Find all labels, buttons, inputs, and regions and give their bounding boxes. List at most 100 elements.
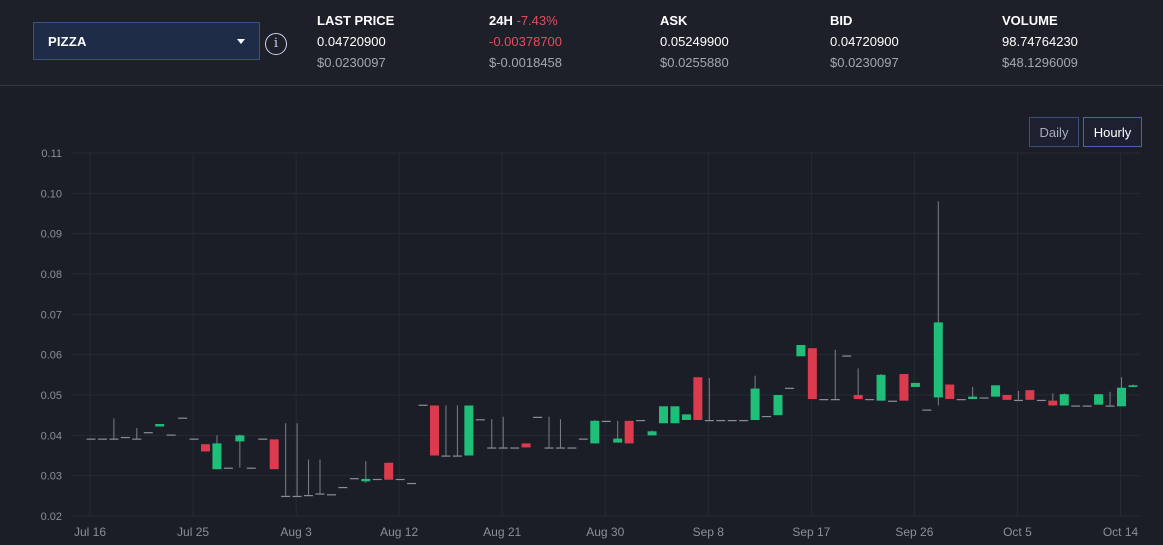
candle-down bbox=[945, 384, 955, 400]
candle-up bbox=[155, 424, 165, 427]
x-tick-label: Aug 30 bbox=[586, 525, 624, 539]
x-tick-label: Sep 26 bbox=[895, 525, 933, 539]
y-tick-label: 0.03 bbox=[41, 471, 62, 483]
x-tick-label: Oct 14 bbox=[1103, 525, 1139, 539]
candle-down bbox=[1025, 390, 1035, 400]
candle-up bbox=[762, 415, 772, 418]
candle-down bbox=[807, 348, 817, 400]
candle-up bbox=[498, 447, 508, 449]
candle-up bbox=[647, 431, 657, 436]
candle-up bbox=[979, 397, 989, 399]
candle-up bbox=[533, 416, 543, 418]
candle-down bbox=[430, 405, 439, 456]
candle-up bbox=[727, 420, 737, 422]
candle-up bbox=[991, 385, 1001, 397]
candle-up bbox=[784, 387, 794, 389]
x-tick-label: Sep 17 bbox=[792, 525, 830, 539]
candle-up bbox=[395, 478, 405, 481]
y-tick-label: 0.05 bbox=[41, 390, 62, 402]
candle-up bbox=[372, 478, 382, 481]
x-tick-label: Oct 5 bbox=[1003, 525, 1032, 539]
candle-up bbox=[281, 495, 291, 498]
candle-up bbox=[338, 486, 348, 489]
candle-up bbox=[97, 438, 107, 440]
candle-up bbox=[189, 438, 199, 440]
candle-up bbox=[544, 447, 554, 449]
x-tick-label: Jul 16 bbox=[74, 525, 106, 539]
y-tick-label: 0.11 bbox=[41, 148, 62, 160]
y-tick-label: 0.02 bbox=[41, 511, 62, 523]
candle-up bbox=[1036, 399, 1046, 402]
candle-up bbox=[304, 495, 314, 497]
candle-up bbox=[670, 406, 680, 424]
candle-up bbox=[166, 434, 176, 436]
candle-up bbox=[1013, 399, 1023, 402]
x-tick-label: Jul 25 bbox=[177, 525, 209, 539]
candle-up bbox=[796, 344, 806, 357]
candle-up bbox=[475, 419, 485, 421]
candle-up bbox=[830, 399, 840, 401]
candle-up bbox=[578, 438, 588, 440]
candle-up bbox=[143, 432, 153, 434]
candle-up bbox=[601, 420, 611, 423]
candle-up bbox=[235, 435, 245, 442]
candle-up bbox=[613, 438, 623, 443]
candle-up bbox=[1105, 405, 1115, 407]
candle-up bbox=[120, 436, 130, 439]
candle-up bbox=[361, 478, 371, 482]
timeframe-daily-button[interactable]: Daily bbox=[1029, 117, 1079, 147]
candle-down bbox=[384, 462, 394, 480]
candle-up bbox=[1128, 385, 1138, 387]
candle-down bbox=[1048, 400, 1058, 406]
candle-up bbox=[716, 420, 726, 422]
candle-up bbox=[132, 438, 142, 440]
y-tick-label: 0.10 bbox=[41, 188, 62, 200]
candle-down bbox=[1002, 395, 1012, 400]
y-tick-label: 0.06 bbox=[41, 350, 62, 362]
candle-up bbox=[1082, 405, 1092, 407]
candle-up bbox=[555, 447, 565, 449]
candle-up bbox=[464, 405, 474, 456]
candle-up bbox=[739, 420, 749, 422]
candle-up bbox=[876, 374, 886, 401]
candle-up bbox=[888, 400, 897, 402]
x-tick-label: Aug 12 bbox=[380, 525, 418, 539]
candle-up bbox=[636, 420, 646, 422]
candle-up bbox=[933, 322, 943, 398]
y-tick-label: 0.08 bbox=[41, 269, 62, 281]
candle-up bbox=[1071, 405, 1081, 407]
candle-down bbox=[853, 395, 863, 400]
candlestick-chart: 0.11 0.10 0.09 0.08 0.07 0.06 0.05 0.04 0.03 0.02… bbox=[41, 148, 1140, 539]
candle-up bbox=[1117, 387, 1126, 407]
candle-up bbox=[315, 493, 325, 495]
candle-up bbox=[109, 438, 119, 440]
x-tick-label: Aug 3 bbox=[280, 525, 312, 539]
candle-down bbox=[521, 443, 531, 448]
candle-up bbox=[258, 438, 268, 440]
candle-up bbox=[1059, 394, 1069, 406]
candle-up bbox=[292, 495, 302, 498]
candle-up bbox=[567, 447, 577, 449]
candle-up bbox=[349, 478, 359, 480]
x-tick-label: Sep 8 bbox=[693, 525, 725, 539]
candle-up bbox=[452, 455, 462, 457]
timeframe-hourly-button[interactable]: Hourly bbox=[1083, 117, 1142, 147]
candle-up bbox=[956, 399, 966, 401]
candle-up bbox=[842, 355, 852, 357]
candle-down bbox=[693, 377, 703, 421]
candle-up bbox=[773, 395, 783, 416]
candle-up bbox=[910, 382, 920, 387]
x-tick-label: Aug 21 bbox=[483, 525, 521, 539]
candle-up bbox=[819, 399, 829, 401]
candle-up bbox=[865, 399, 875, 401]
candle-up bbox=[246, 467, 256, 469]
candle-down bbox=[899, 374, 909, 401]
candle-up bbox=[659, 406, 668, 424]
candle-up bbox=[590, 420, 600, 444]
candle-down bbox=[624, 420, 634, 444]
candle-up bbox=[487, 447, 497, 449]
candle-up bbox=[178, 417, 188, 419]
candle-up bbox=[326, 494, 336, 496]
candle-up bbox=[441, 455, 451, 457]
candle-up bbox=[407, 482, 417, 485]
